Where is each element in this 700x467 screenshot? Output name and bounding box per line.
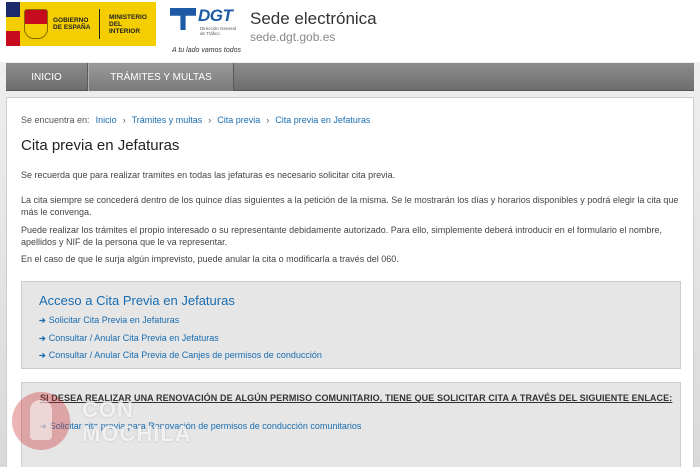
watermark-line-2: MOCHILA — [82, 421, 192, 446]
dgt-logo-text: DGT — [198, 6, 233, 25]
gobierno-espana-logo[interactable]: GOBIERNO DE ESPAÑA MINISTERIO DEL INTERI… — [6, 2, 156, 47]
arrow-right-icon: ➔ — [39, 350, 46, 360]
main-nav: INICIO TRÁMITES Y MULTAS — [6, 63, 694, 91]
link-label: Solicitar Cita Previa en Jefaturas — [48, 315, 180, 325]
link-label: Consultar / Anular Cita Previa en Jefatu… — [48, 333, 219, 343]
breadcrumb-separator: › — [208, 115, 212, 125]
site-title: Sede electrónica — [250, 9, 377, 28]
site-url: sede.dgt.gob.es — [250, 30, 336, 44]
concession-paragraph: La cita siempre se concederá dentro de l… — [21, 195, 679, 217]
dgt-logo[interactable]: DGT Dirección General de Tráfico — [162, 2, 246, 46]
breadcrumb-separator: › — [122, 115, 126, 125]
dgt-logo-subtitle: Dirección General de Tráfico — [200, 26, 237, 36]
access-panel-title: Acceso a Cita Previa en Jefaturas — [39, 293, 235, 308]
page-title: Cita previa en Jefaturas — [21, 137, 180, 154]
dgt-t-icon — [170, 8, 196, 30]
solicitar-cita-link[interactable]: ➔ Solicitar Cita Previa en Jefaturas — [39, 315, 179, 325]
coat-of-arms-icon — [24, 9, 48, 39]
breadcrumb-tramites[interactable]: Trámites y multas — [132, 115, 203, 125]
breadcrumb-separator: › — [266, 115, 270, 125]
arrow-right-icon: ➔ — [39, 333, 46, 343]
arrow-right-icon: ➔ — [39, 315, 46, 325]
tagline: A tu lado vamos todos — [172, 47, 242, 54]
intro-paragraph: Se recuerda que para realizar tramites e… — [21, 170, 396, 180]
watermark-text: CON MOCHILA — [82, 398, 192, 446]
watermark-line-1: CON — [82, 397, 134, 422]
nav-tab-tramites[interactable]: TRÁMITES Y MULTAS — [88, 63, 234, 91]
access-panel: Acceso a Cita Previa en Jefaturas ➔ Soli… — [21, 281, 681, 369]
gov-logo-text: GOBIERNO DE ESPAÑA — [53, 17, 91, 31]
flag-icon — [6, 2, 20, 47]
nav-tab-inicio[interactable]: INICIO — [6, 63, 88, 91]
site-header: GOBIERNO DE ESPAÑA MINISTERIO DEL INTERI… — [0, 0, 700, 62]
cancel-paragraph: En el caso de que le surja algún imprevi… — [21, 254, 399, 264]
consultar-anular-canjes-link[interactable]: ➔ Consultar / Anular Cita Previa de Canj… — [39, 350, 322, 360]
watermark-backpacker-icon — [30, 400, 52, 440]
representative-paragraph: Puede realizar los trámites el propio in… — [21, 225, 662, 247]
breadcrumb-cita-previa[interactable]: Cita previa — [217, 115, 260, 125]
logo-divider — [99, 9, 100, 39]
breadcrumb: Se encuentra en: Inicio › Trámites y mul… — [21, 115, 370, 125]
breadcrumb-cita-jefaturas[interactable]: Cita previa en Jefaturas — [275, 115, 370, 125]
consultar-anular-cita-link[interactable]: ➔ Consultar / Anular Cita Previa en Jefa… — [39, 333, 219, 343]
ministry-logo-text: MINISTERIO DEL INTERIOR — [109, 13, 147, 35]
link-label: Consultar / Anular Cita Previa de Canjes… — [48, 350, 322, 360]
breadcrumb-inicio[interactable]: Inicio — [96, 115, 117, 125]
breadcrumb-label: Se encuentra en: — [21, 115, 90, 125]
